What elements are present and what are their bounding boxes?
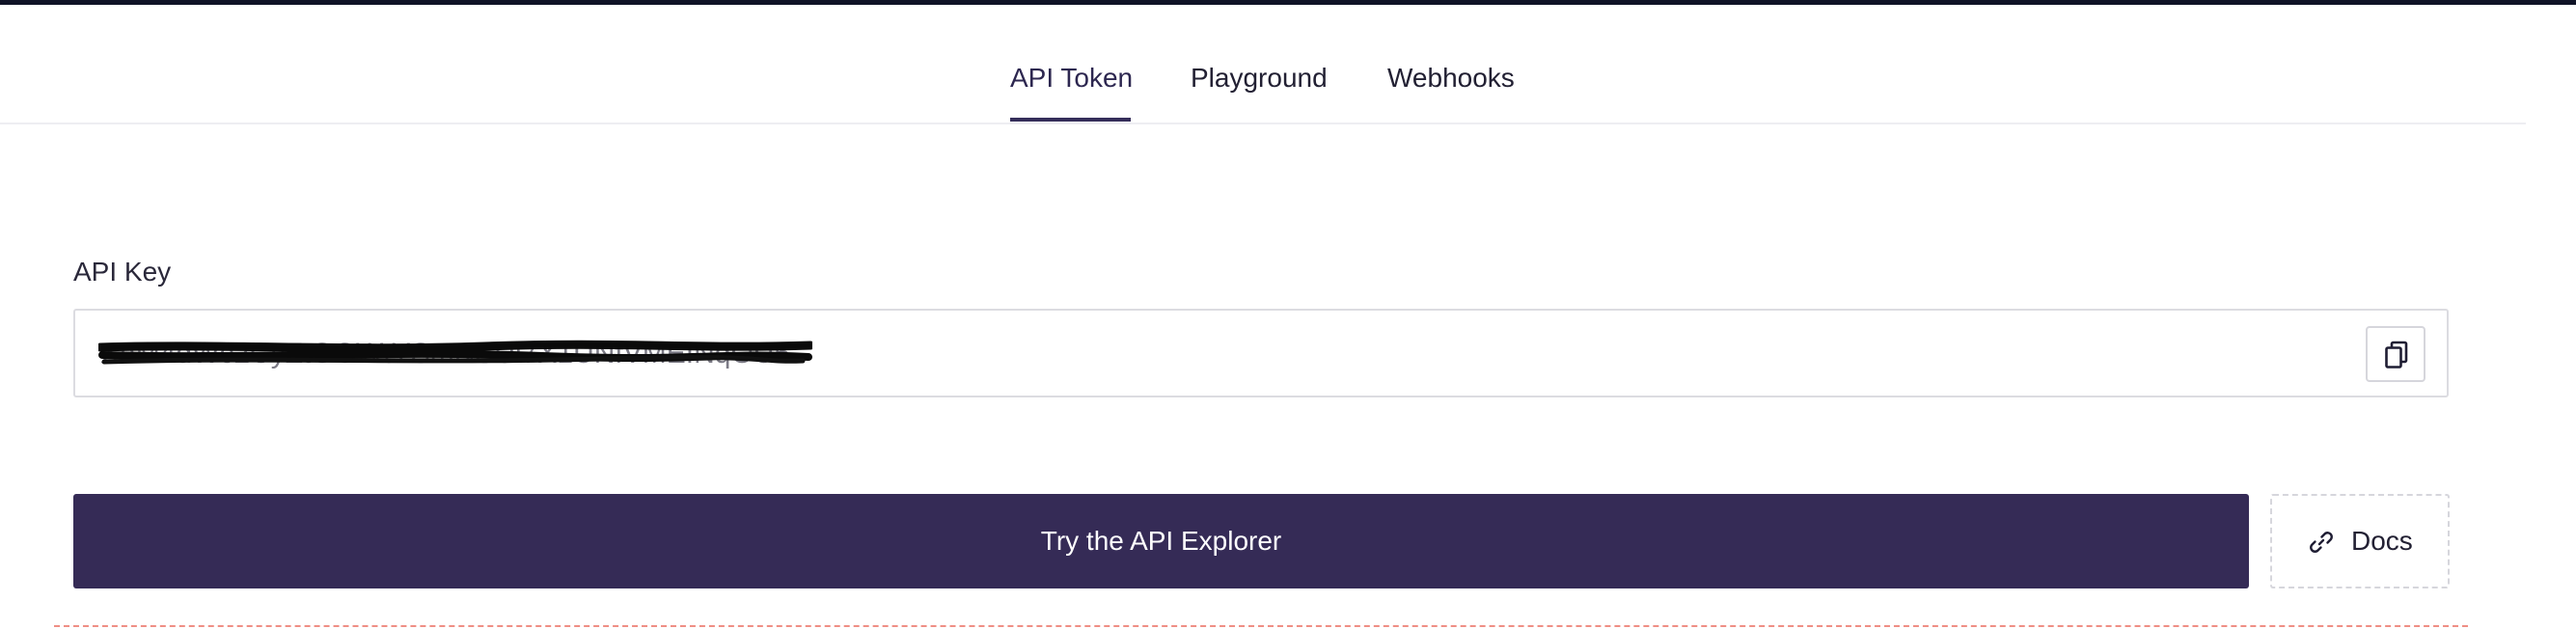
tab-api-token[interactable]: API Token <box>1010 61 1133 96</box>
docs-button[interactable]: Docs <box>2270 494 2450 588</box>
api-key-field[interactable]: XaM4dWc2CyZtOOWtYSmNSUi7X1UNfVMEINqOU5 <box>73 309 2449 397</box>
copy-button[interactable] <box>2366 326 2425 382</box>
try-api-explorer-button[interactable]: Try the API Explorer <box>73 494 2249 588</box>
active-tab-indicator <box>1010 118 1131 122</box>
tab-playground[interactable]: Playground <box>1191 61 1328 96</box>
tab-webhooks[interactable]: Webhooks <box>1387 61 1515 96</box>
redaction-scribble <box>98 340 812 365</box>
tab-bar: API Token Playground Webhooks <box>0 5 2526 124</box>
docs-label: Docs <box>2351 526 2413 556</box>
section-divider <box>54 625 2468 627</box>
copy-icon <box>2385 341 2408 369</box>
link-icon <box>2310 532 2333 553</box>
api-key-label: API Key <box>73 257 172 287</box>
